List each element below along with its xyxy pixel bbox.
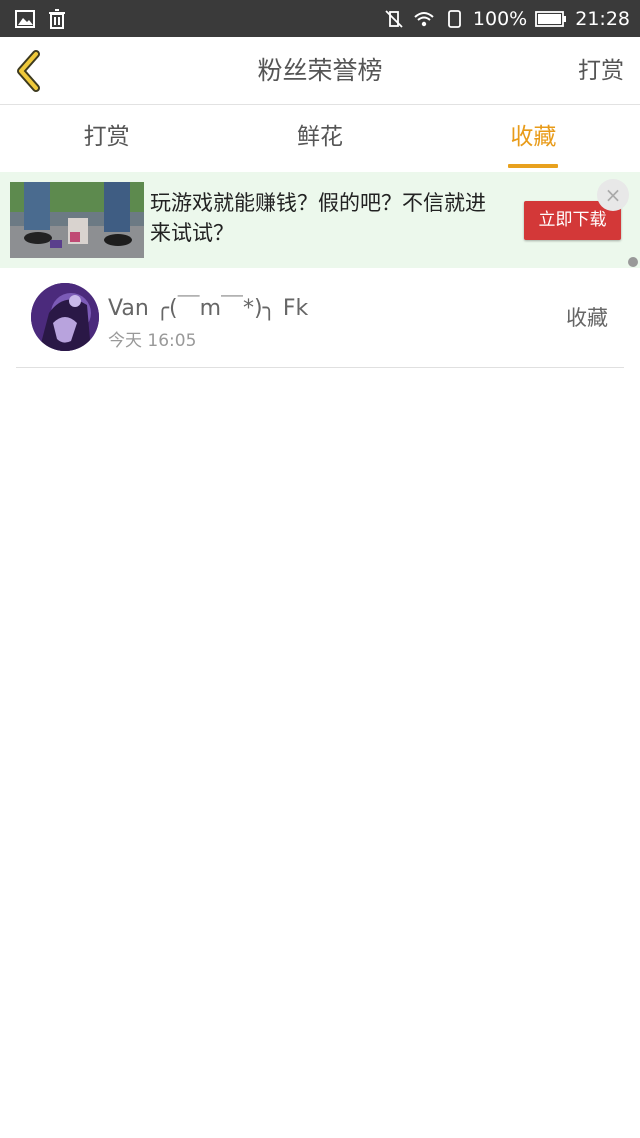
avatar[interactable] bbox=[31, 283, 99, 351]
battery-icon bbox=[535, 10, 567, 27]
page-title: 粉丝荣誉榜 bbox=[257, 56, 383, 85]
clock: 21:28 bbox=[575, 7, 630, 30]
ad-mark-icon bbox=[628, 257, 638, 267]
status-indicators: 100% 21:28 bbox=[383, 0, 630, 37]
tab-bar: 打赏 鲜花 收藏 bbox=[0, 105, 640, 172]
trash-icon bbox=[49, 9, 65, 29]
list-item[interactable]: Van ╭(￣m￣*)╮ Fk 今天 16:05 收藏 bbox=[16, 268, 624, 368]
status-bar: 100% 21:28 bbox=[0, 0, 640, 37]
app-header: 粉丝荣誉榜 打赏 bbox=[0, 37, 640, 105]
status-notifications bbox=[14, 8, 68, 30]
ad-banner[interactable]: 玩游戏就能赚钱？假的吧？不信就进来试试？ 立即下载 bbox=[0, 172, 640, 268]
item-action: 收藏 bbox=[566, 306, 608, 330]
ad-close-icon[interactable]: × bbox=[597, 179, 629, 211]
reward-button[interactable]: 打赏 bbox=[578, 37, 624, 105]
ad-text: 玩游戏就能赚钱？假的吧？不信就进来试试？ bbox=[150, 191, 486, 245]
tab-favorites[interactable]: 收藏 bbox=[427, 105, 640, 172]
sim-icon bbox=[448, 9, 461, 28]
user-name: Van ╭(￣m￣*)╮ Fk bbox=[108, 296, 309, 321]
ad-image bbox=[10, 182, 144, 258]
item-time: 今天 16:05 bbox=[108, 331, 197, 351]
wifi-icon bbox=[414, 11, 434, 26]
battery-percent: 100% bbox=[472, 7, 528, 30]
tab-reward[interactable]: 打赏 bbox=[0, 105, 213, 172]
tab-flowers[interactable]: 鲜花 bbox=[213, 105, 426, 172]
image-icon bbox=[15, 10, 35, 28]
vibrate-off-icon bbox=[385, 9, 403, 28]
